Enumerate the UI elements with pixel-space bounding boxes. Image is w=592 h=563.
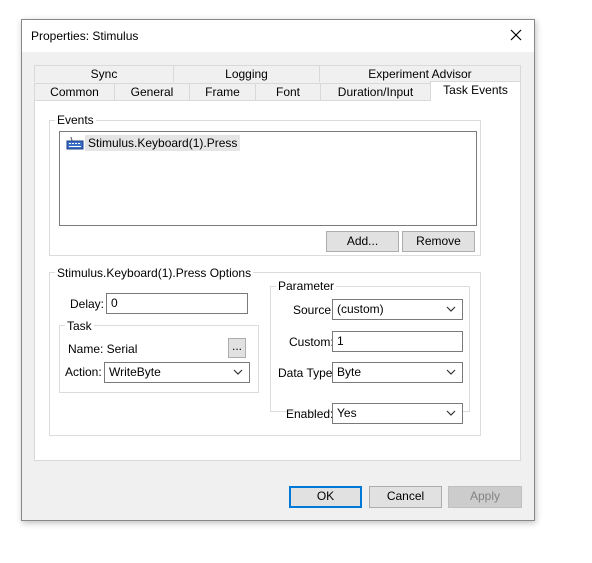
chevron-down-icon xyxy=(446,410,456,416)
window-title: Properties: Stimulus xyxy=(31,29,139,43)
tab-label: Logging xyxy=(225,67,268,81)
button-label: Cancel xyxy=(386,489,425,503)
tab-duration-input[interactable]: Duration/Input xyxy=(320,83,431,100)
keyboard-icon xyxy=(66,136,84,150)
enabled-label: Enabled: xyxy=(286,407,334,421)
tab-label: Task Events xyxy=(443,83,508,97)
datatype-value: Byte xyxy=(337,365,362,379)
source-select[interactable]: (custom) xyxy=(332,299,463,320)
parameter-group-label: Parameter xyxy=(276,279,337,293)
datatype-select[interactable]: Byte xyxy=(332,362,463,383)
button-label: Apply xyxy=(469,489,501,503)
properties-dialog: Properties: Stimulus Sync Logging Experi… xyxy=(21,19,535,521)
tab-task-events[interactable]: Task Events xyxy=(430,81,521,101)
action-value: WriteByte xyxy=(109,365,161,379)
add-event-button[interactable]: Add... xyxy=(326,231,399,252)
tab-logging[interactable]: Logging xyxy=(173,65,320,82)
task-events-panel: Events Stimulus.Keyboard(1).Press Add...… xyxy=(34,100,521,461)
chevron-down-icon xyxy=(446,306,456,312)
list-item[interactable]: Stimulus.Keyboard(1).Press xyxy=(66,135,241,151)
events-list[interactable]: Stimulus.Keyboard(1).Press xyxy=(59,131,477,226)
custom-value: 1 xyxy=(337,334,344,348)
source-value: (custom) xyxy=(337,302,384,316)
ok-button[interactable]: OK xyxy=(289,486,362,508)
task-browse-button[interactable]: ... xyxy=(228,338,246,358)
tab-experiment-advisor[interactable]: Experiment Advisor xyxy=(319,65,521,82)
tab-label: Experiment Advisor xyxy=(368,67,472,81)
tab-frame[interactable]: Frame xyxy=(189,83,256,100)
close-button[interactable] xyxy=(504,23,528,47)
tab-label: Duration/Input xyxy=(337,85,414,99)
apply-button[interactable]: Apply xyxy=(448,486,522,508)
enabled-value: Yes xyxy=(337,406,357,420)
button-label: Add... xyxy=(346,234,379,248)
action-select[interactable]: WriteByte xyxy=(104,362,250,383)
tab-label: Frame xyxy=(205,85,240,99)
delay-label: Delay: xyxy=(70,297,105,311)
cancel-button[interactable]: Cancel xyxy=(369,486,442,508)
chevron-down-icon xyxy=(233,369,243,375)
tab-font[interactable]: Font xyxy=(255,83,321,100)
button-label: Remove xyxy=(416,234,461,248)
tab-label: Sync xyxy=(90,67,118,81)
datatype-label: Data Type: xyxy=(278,366,336,380)
remove-event-button[interactable]: Remove xyxy=(402,231,475,252)
button-label: ... xyxy=(231,339,242,353)
title-bar: Properties: Stimulus xyxy=(22,20,534,52)
tab-general[interactable]: General xyxy=(114,83,190,100)
close-icon xyxy=(510,29,522,41)
event-item-label: Stimulus.Keyboard(1).Press xyxy=(85,135,241,151)
options-group-label: Stimulus.Keyboard(1).Press Options xyxy=(55,266,254,280)
tab-common[interactable]: Common xyxy=(34,83,115,100)
delay-value: 0 xyxy=(111,296,118,310)
task-group-label: Task xyxy=(65,319,94,333)
tab-sync[interactable]: Sync xyxy=(34,65,174,82)
events-group-label: Events xyxy=(55,113,96,127)
tab-row-bottom: Common General Frame Font Duration/Input… xyxy=(34,81,521,101)
enabled-select[interactable]: Yes xyxy=(332,403,463,424)
custom-field[interactable]: 1 xyxy=(332,331,463,352)
action-label: Action: xyxy=(65,365,102,379)
tab-label: General xyxy=(130,85,174,99)
source-label: Source: xyxy=(293,303,335,317)
chevron-down-icon xyxy=(446,369,456,375)
button-label: OK xyxy=(316,489,335,503)
delay-field[interactable]: 0 xyxy=(106,293,248,314)
tab-label: Common xyxy=(50,85,99,99)
custom-label: Custom: xyxy=(289,335,334,349)
task-name-text: Name: Serial xyxy=(68,342,138,356)
tab-label: Font xyxy=(275,85,300,99)
